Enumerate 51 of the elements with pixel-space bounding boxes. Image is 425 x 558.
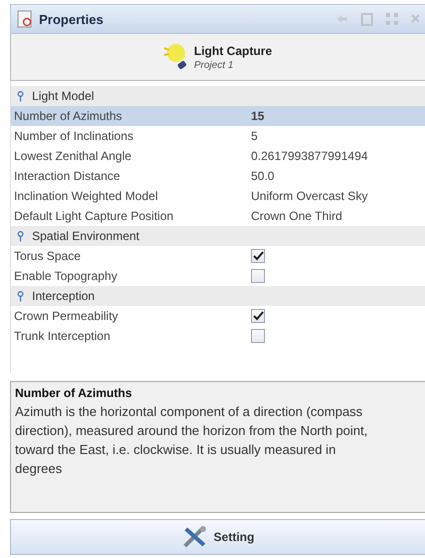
tools-icon bbox=[182, 526, 208, 548]
property-label: Torus Space bbox=[13, 249, 82, 263]
document-icon bbox=[17, 10, 33, 28]
property-label: Number of Azimuths bbox=[13, 109, 124, 123]
section-header[interactable]: Light Model bbox=[11, 86, 425, 106]
panel-title: Light Capture bbox=[194, 44, 272, 58]
window-icon[interactable] bbox=[361, 12, 373, 26]
property-label: Lowest Zenithal Angle bbox=[13, 149, 132, 163]
property-label: Crown Permeability bbox=[13, 309, 120, 323]
property-label: Interaction Distance bbox=[13, 169, 122, 183]
close-icon[interactable] bbox=[411, 14, 419, 24]
checkbox[interactable] bbox=[251, 249, 265, 263]
pin-icon bbox=[17, 230, 24, 242]
panel-subtitle: Project 1 bbox=[194, 60, 234, 70]
setting-button[interactable]: Setting bbox=[10, 519, 425, 555]
property-row[interactable]: Interaction Distance 50.0 bbox=[11, 166, 425, 186]
back-icon[interactable] bbox=[336, 14, 348, 24]
property-label: Inclination Weighted Model bbox=[13, 189, 159, 203]
property-row[interactable]: Default Light Capture Position Crown One Third bbox=[11, 206, 425, 226]
property-row[interactable]: Number of Azimuths 15 bbox=[11, 106, 425, 126]
property-value: Uniform Overcast Sky bbox=[251, 189, 368, 203]
checkbox[interactable] bbox=[251, 269, 265, 283]
window-title: Properties bbox=[39, 12, 104, 26]
property-row[interactable]: Trunk Interception bbox=[11, 326, 425, 346]
property-value: 50.0 bbox=[251, 169, 274, 183]
property-label: Enable Topography bbox=[13, 269, 118, 283]
property-label: Number of Inclinations bbox=[13, 129, 134, 143]
section-title: Spatial Environment bbox=[32, 229, 140, 243]
property-value: Crown One Third bbox=[251, 209, 342, 223]
property-row[interactable]: Inclination Weighted Model Uniform Overcast Sky bbox=[11, 186, 425, 206]
section-header[interactable]: Spatial Environment bbox=[11, 226, 425, 246]
pin-icon bbox=[17, 290, 24, 302]
property-row[interactable]: Torus Space bbox=[11, 246, 425, 266]
section-title: Light Model bbox=[32, 89, 94, 103]
property-value: 15 bbox=[251, 109, 264, 123]
property-row[interactable]: Crown Permeability bbox=[11, 306, 425, 326]
property-row[interactable]: Lowest Zenithal Angle 0.2617993877991494 bbox=[11, 146, 425, 166]
checkbox[interactable] bbox=[251, 309, 265, 323]
maximize-icon[interactable] bbox=[386, 13, 398, 25]
property-row[interactable]: Enable Topography bbox=[11, 266, 425, 286]
description-text: Azimuth is the horizontal component of a direction (compass direction), measured around the horizon from the North point, toward the East, i.e. clockwise. It is usually measured in degrees bbox=[15, 403, 369, 478]
checkbox[interactable] bbox=[251, 329, 265, 343]
description-title: Number of Azimuths bbox=[15, 386, 133, 400]
section-header[interactable]: Interception bbox=[11, 286, 425, 306]
property-value: 0.2617993877991494 bbox=[251, 149, 368, 163]
property-label: Default Light Capture Position bbox=[13, 209, 174, 223]
property-label: Trunk Interception bbox=[13, 329, 112, 343]
property-row[interactable]: Number of Inclinations 5 bbox=[11, 126, 425, 146]
property-value: 5 bbox=[251, 129, 258, 143]
pin-icon bbox=[17, 90, 24, 102]
section-title: Interception bbox=[32, 289, 95, 303]
